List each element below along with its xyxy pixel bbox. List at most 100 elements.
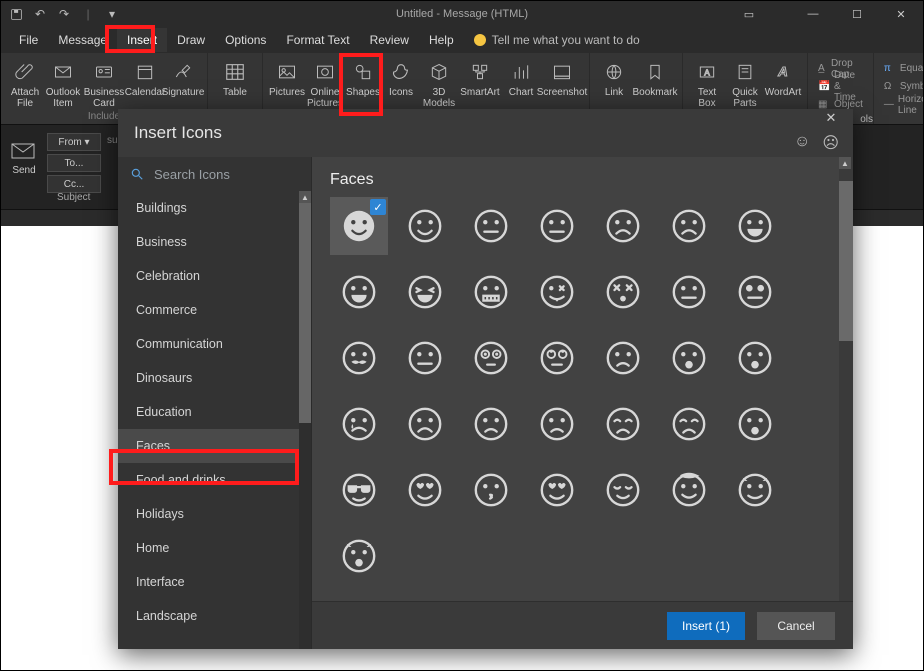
category-business[interactable]: Business xyxy=(118,225,301,259)
equation-button[interactable]: πEquation ▾ xyxy=(880,60,923,77)
icon-sad-eyes[interactable] xyxy=(660,197,718,255)
icon-tear[interactable] xyxy=(330,395,388,453)
icon-confused[interactable] xyxy=(462,395,520,453)
icon-kiss[interactable] xyxy=(462,461,520,519)
minimize-button[interactable]: — xyxy=(791,1,835,27)
wordart-button[interactable]: A WordArt xyxy=(765,57,801,109)
close-button[interactable]: ✕ xyxy=(879,1,923,27)
icon-scream[interactable] xyxy=(726,395,784,453)
scroll-up-icon[interactable]: ▲ xyxy=(299,191,311,203)
icon-neutral-side[interactable] xyxy=(660,263,718,321)
icon-neutral[interactable] xyxy=(528,197,586,255)
dialog-close-button[interactable]: ✕ xyxy=(817,107,845,129)
horizontal-line-button[interactable]: —Horizontal Line xyxy=(880,96,923,113)
category-faces[interactable]: Faces xyxy=(118,429,301,463)
tell-me-search[interactable]: Tell me what you want to do xyxy=(474,33,640,47)
icon-frown[interactable] xyxy=(594,197,652,255)
link-button[interactable]: Link xyxy=(596,57,632,98)
icon-roll-eyes[interactable] xyxy=(528,329,586,387)
icon-devil-open[interactable] xyxy=(330,527,388,585)
date-time-button[interactable]: 📅Date & Time xyxy=(814,78,867,95)
sidebar-scrollbar[interactable]: ▲ xyxy=(299,191,311,649)
bookmark-button[interactable]: Bookmark xyxy=(634,57,676,98)
icon-weary[interactable] xyxy=(660,395,718,453)
icon-heart-eyes-2[interactable] xyxy=(528,461,586,519)
category-landscape[interactable]: Landscape xyxy=(118,599,301,633)
online-pictures-button[interactable]: Online Pictures xyxy=(307,57,343,109)
scroll-thumb[interactable] xyxy=(299,203,311,423)
category-buildings[interactable]: Buildings xyxy=(118,191,301,225)
tab-help[interactable]: Help xyxy=(419,28,464,52)
category-dinosaurs[interactable]: Dinosaurs xyxy=(118,361,301,395)
icon-tongue-wink[interactable] xyxy=(528,263,586,321)
category-celebration[interactable]: Celebration xyxy=(118,259,301,293)
icon-devil[interactable] xyxy=(726,461,784,519)
calendar-button[interactable]: Calendar xyxy=(127,57,163,109)
icon-sunglasses[interactable] xyxy=(330,461,388,519)
signature-button[interactable]: Signature xyxy=(165,57,201,109)
save-icon[interactable] xyxy=(9,7,23,21)
redo-icon[interactable]: ↷ xyxy=(57,7,71,21)
icons-button[interactable]: Icons xyxy=(383,57,419,109)
3d-models-button[interactable]: 3D Models xyxy=(421,57,457,109)
insert-button[interactable]: Insert (1) xyxy=(667,612,745,640)
category-home[interactable]: Home xyxy=(118,531,301,565)
tab-options[interactable]: Options xyxy=(215,28,276,52)
icon-worried[interactable] xyxy=(594,329,652,387)
category-interface[interactable]: Interface xyxy=(118,565,301,599)
icon-wide-eyes[interactable] xyxy=(726,263,784,321)
grid-scrollbar[interactable]: ▲ xyxy=(839,157,853,601)
qat-more-icon[interactable]: ▾ xyxy=(105,7,119,21)
to-button[interactable]: To... xyxy=(47,154,101,172)
search-icons[interactable] xyxy=(118,157,311,191)
icon-neutral-line[interactable] xyxy=(462,197,520,255)
tab-message[interactable]: Message xyxy=(48,28,117,52)
chart-button[interactable]: Chart xyxy=(503,57,539,109)
category-holidays[interactable]: Holidays xyxy=(118,497,301,531)
happy-face-icon[interactable]: ☺ xyxy=(794,133,810,153)
maximize-button[interactable]: ☐ xyxy=(835,1,879,27)
scroll-up-icon[interactable]: ▲ xyxy=(839,157,851,169)
business-card-button[interactable]: Business Card xyxy=(83,57,125,109)
icon-frown-2[interactable] xyxy=(396,395,454,453)
icon-smile[interactable] xyxy=(396,197,454,255)
icon-heart-eyes[interactable] xyxy=(396,461,454,519)
icon-neutral-2[interactable] xyxy=(396,329,454,387)
icon-relieved[interactable] xyxy=(594,461,652,519)
text-box-button[interactable]: A Text Box xyxy=(689,57,725,109)
quick-parts-button[interactable]: Quick Parts xyxy=(727,57,763,109)
icon-smile-solid[interactable]: ✓ xyxy=(330,197,388,255)
category-communication[interactable]: Communication xyxy=(118,327,301,361)
icon-angel[interactable] xyxy=(660,461,718,519)
tab-format-text[interactable]: Format Text xyxy=(276,28,359,52)
icon-tired[interactable] xyxy=(594,395,652,453)
scroll-thumb[interactable] xyxy=(839,181,853,341)
tab-file[interactable]: File xyxy=(9,28,48,52)
from-button[interactable]: From ▾ xyxy=(47,133,101,151)
screenshot-button[interactable]: Screenshot xyxy=(541,57,583,109)
icon-bigsmile[interactable] xyxy=(726,197,784,255)
icon-open-mouth[interactable] xyxy=(726,329,784,387)
ribbon-display-options-icon[interactable]: ▭ xyxy=(727,1,771,27)
icon-flushed[interactable] xyxy=(462,329,520,387)
undo-icon[interactable]: ↶ xyxy=(33,7,47,21)
icon-anguished[interactable] xyxy=(660,329,718,387)
outlook-item-button[interactable]: Outlook Item xyxy=(45,57,81,109)
icon-grimace[interactable] xyxy=(462,263,520,321)
pictures-button[interactable]: Pictures xyxy=(269,57,305,109)
icon-dizzy[interactable] xyxy=(594,263,652,321)
tab-review[interactable]: Review xyxy=(360,28,419,52)
icon-mustache[interactable] xyxy=(330,329,388,387)
tab-draw[interactable]: Draw xyxy=(167,28,215,52)
cancel-button[interactable]: Cancel xyxy=(757,612,835,640)
tab-insert[interactable]: Insert xyxy=(117,28,167,52)
attach-file-button[interactable]: Attach File xyxy=(7,57,43,109)
table-button[interactable]: Table xyxy=(214,57,256,98)
sad-face-icon[interactable]: ☹ xyxy=(822,133,839,153)
smartart-button[interactable]: SmartArt xyxy=(459,57,501,109)
icon-pensive[interactable] xyxy=(528,395,586,453)
symbol-button[interactable]: ΩSymbol ▾ xyxy=(880,78,923,95)
icon-squint-laugh[interactable] xyxy=(396,263,454,321)
category-education[interactable]: Education xyxy=(118,395,301,429)
shapes-button[interactable]: Shapes xyxy=(345,57,381,109)
